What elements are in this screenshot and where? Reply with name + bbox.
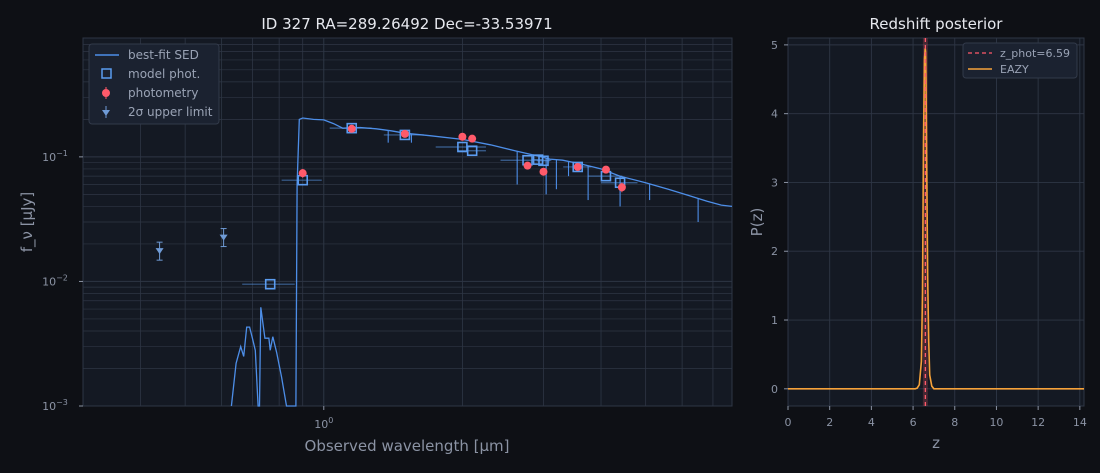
pz-title: Redshift posterior	[870, 15, 1004, 33]
pz-xtick-label: 2	[826, 416, 833, 429]
photometry-point	[573, 162, 582, 171]
legend-photometry-label: photometry	[128, 86, 198, 100]
figure: ID 327 RA=289.26492 Dec=-33.53971 Observ…	[0, 0, 1100, 473]
photometry-point	[539, 167, 548, 176]
sed-panel: ID 327 RA=289.26492 Dec=-33.53971 Observ…	[18, 15, 733, 455]
photometry-point	[617, 183, 626, 192]
pz-ytick-label: 2	[771, 245, 778, 258]
pz-xlabel: z	[932, 434, 940, 452]
photometry-point	[458, 132, 467, 141]
pz-xtick-label: 4	[868, 416, 875, 429]
photometry-point	[298, 169, 307, 178]
legend-eazy-label: EAZY	[1000, 63, 1029, 76]
legend-upper-limit-label: 2σ upper limit	[128, 105, 213, 119]
pz-xtick-label: 8	[951, 416, 958, 429]
pz-ytick-label: 5	[771, 39, 778, 52]
photometry-point	[468, 134, 477, 143]
legend-zphot-label: z_phot=6.59	[1000, 47, 1070, 60]
pz-xtick-label: 6	[910, 416, 917, 429]
sed-ylabel: f_ν [µJy]	[18, 192, 37, 252]
sed-legend: best-fit SED model phot. photometry 2σ u…	[88, 43, 220, 125]
pz-ytick-label: 3	[771, 176, 778, 189]
pz-xtick-label: 12	[1031, 416, 1045, 429]
sed-xlabel: Observed wavelength [µm]	[305, 437, 510, 455]
pz-ylabel: P(z)	[748, 208, 766, 237]
pz-ytick-label: 0	[771, 383, 778, 396]
photometry-point	[400, 129, 409, 138]
pz-panel: Redshift posterior z P(z) 0 2 4 6 8 10 12 14012…	[748, 15, 1087, 452]
sed-title: ID 327 RA=289.26492 Dec=-33.53971	[261, 15, 552, 33]
legend-sed-label: best-fit SED	[128, 48, 199, 62]
pz-legend: z_phot=6.59 EAZY	[962, 42, 1078, 79]
pz-xtick-label: 14	[1073, 416, 1087, 429]
photometry-point	[601, 165, 610, 174]
pz-xtick-label: 0	[785, 416, 792, 429]
legend-photometry-swatch	[102, 89, 110, 97]
pz-ytick-label: 1	[771, 314, 778, 327]
pz-xtick-label: 10	[989, 416, 1003, 429]
pz-ytick-label: 4	[771, 108, 778, 121]
photometry-point	[523, 161, 532, 170]
legend-model-phot-label: model phot.	[128, 67, 200, 81]
pz-axes-background	[787, 37, 1085, 407]
photometry-point	[347, 124, 356, 133]
